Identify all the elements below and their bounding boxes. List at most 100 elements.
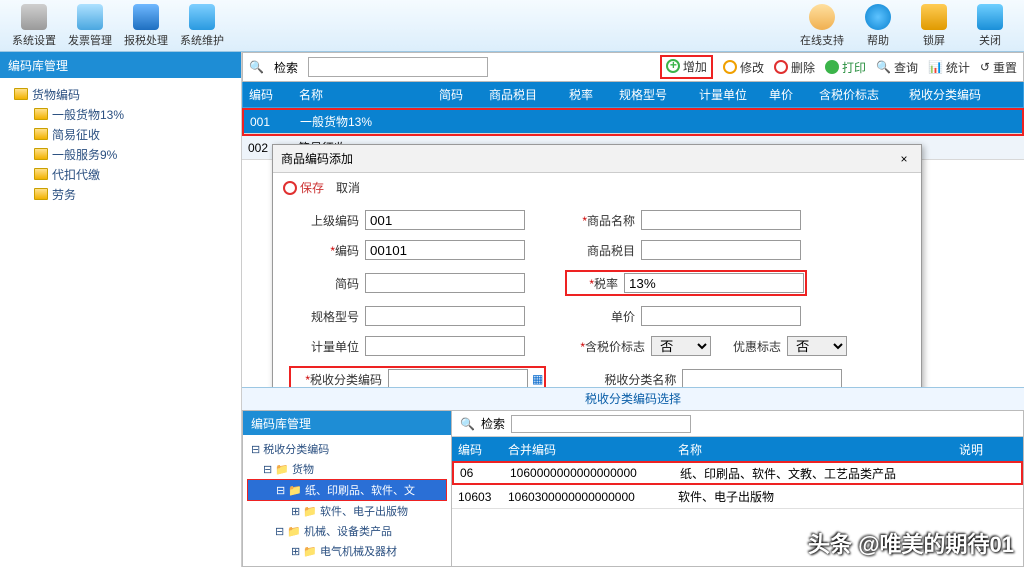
stats-button[interactable]: 📊统计 xyxy=(928,59,970,76)
price-input[interactable] xyxy=(641,306,801,326)
pref-select[interactable]: 否 xyxy=(787,336,847,356)
person-icon xyxy=(809,4,835,30)
tool-system-settings[interactable]: 系统设置 xyxy=(6,2,62,50)
folder-icon xyxy=(14,88,28,100)
print-icon xyxy=(825,60,839,74)
taxname-input[interactable] xyxy=(682,369,842,389)
tree-root[interactable]: ⊟ 税收分类编码 xyxy=(247,439,447,459)
taxflag-select[interactable]: 否 xyxy=(651,336,711,356)
label: 税收分类名称 xyxy=(586,371,676,388)
tree-body: 货物编码 一般货物13% 简易征收 一般服务9% 代扣代缴 劳务 xyxy=(0,78,241,567)
grid-header: 编码 名称 简码 商品税目 税率 规格型号 计量单位 单价 含税价标志 税收分类… xyxy=(242,82,1024,108)
sidebar-title: 编码库管理 xyxy=(0,52,241,78)
search-icon: 🔍 xyxy=(249,60,264,74)
tool-invoice[interactable]: 发票管理 xyxy=(62,2,118,50)
tree-item[interactable]: ⊟ 📁 货物 xyxy=(247,459,447,479)
tree-item[interactable]: 代扣代缴 xyxy=(4,164,237,184)
short-input[interactable] xyxy=(365,273,525,293)
delete-icon xyxy=(774,60,788,74)
folder-icon xyxy=(34,108,48,120)
tool-help[interactable]: 帮助 xyxy=(850,2,906,50)
sidebar: 编码库管理 货物编码 一般货物13% 简易征收 一般服务9% 代扣代缴 劳务 xyxy=(0,52,242,567)
label: 税收分类编码 xyxy=(292,371,382,388)
watermark: 头条 @唯美的期待01 xyxy=(808,527,1014,559)
folder-icon xyxy=(34,188,48,200)
reset-button[interactable]: ↺重置 xyxy=(980,59,1017,76)
label: 税率 xyxy=(568,275,618,292)
tree-item[interactable]: 一般货物13% xyxy=(4,104,237,124)
lower-grid-header: 编码 合并编码 名称 说明 xyxy=(452,437,1023,461)
label: 锁屏 xyxy=(923,32,945,48)
name-input[interactable] xyxy=(641,210,801,230)
label: 优惠标志 xyxy=(721,338,781,355)
panel-title: 编码库管理 xyxy=(243,411,451,435)
lock-icon xyxy=(921,4,947,30)
label: 系统维护 xyxy=(180,32,224,48)
search-input[interactable] xyxy=(308,57,488,77)
tool-maintain[interactable]: 系统维护 xyxy=(174,2,230,50)
tree-root[interactable]: 货物编码 xyxy=(4,84,237,104)
delete-button[interactable]: 删除 xyxy=(774,59,815,76)
lower-search-input[interactable] xyxy=(511,415,691,433)
label: 发票管理 xyxy=(68,32,112,48)
tool-tax[interactable]: 报税处理 xyxy=(118,2,174,50)
help-icon xyxy=(865,4,891,30)
folder-icon xyxy=(34,148,48,160)
tool-lock[interactable]: 锁屏 xyxy=(906,2,962,50)
label: 编码 xyxy=(289,242,359,259)
search-label: 检索 xyxy=(481,415,505,432)
label: 关闭 xyxy=(979,32,1001,48)
tree-item[interactable]: 劳务 xyxy=(4,184,237,204)
lower-title: 税收分类编码选择 xyxy=(242,388,1024,410)
label: 计量单位 xyxy=(289,338,359,355)
edit-icon xyxy=(723,60,737,74)
close-icon[interactable]: × xyxy=(895,152,913,166)
invoice-icon xyxy=(77,4,103,30)
plus-icon xyxy=(666,59,680,73)
folder-icon xyxy=(34,168,48,180)
tree-item[interactable]: 一般服务9% xyxy=(4,144,237,164)
dialog-title: 商品编码添加 xyxy=(281,150,353,167)
tool-support[interactable]: 在线支持 xyxy=(794,2,850,50)
unit-input[interactable] xyxy=(365,336,525,356)
table-row[interactable]: 001 一般货物13% xyxy=(244,110,1022,134)
tree-item[interactable]: ⊞ 📁 电气机械及器材 xyxy=(247,541,447,561)
label: 规格型号 xyxy=(289,308,359,325)
tree-item[interactable]: 简易征收 xyxy=(4,124,237,144)
label: 报税处理 xyxy=(124,32,168,48)
search-label: 检索 xyxy=(274,59,298,76)
table-row[interactable]: 06 1060000000000000000 纸、印刷品、软件、文教、工艺品类产… xyxy=(452,461,1023,485)
save-icon xyxy=(283,181,297,195)
parent-code-input[interactable] xyxy=(365,210,525,230)
product-add-dialog: 商品编码添加 × 保存 取消 上级编码 商品名称 编码 商品税目 xyxy=(272,144,922,419)
tool-close[interactable]: 关闭 xyxy=(962,2,1018,50)
folder-icon xyxy=(34,128,48,140)
label: 商品税目 xyxy=(565,242,635,259)
label: 商品名称 xyxy=(565,212,635,229)
spec-input[interactable] xyxy=(365,306,525,326)
tree-item[interactable]: ⊟ 📁 机械、设备类产品 xyxy=(247,521,447,541)
label: 系统设置 xyxy=(12,32,56,48)
dialog-title-bar: 商品编码添加 × xyxy=(273,145,921,173)
folder-icon xyxy=(189,4,215,30)
edit-button[interactable]: 修改 xyxy=(723,59,764,76)
add-button[interactable]: 增加 xyxy=(666,58,707,75)
label: 简码 xyxy=(289,275,359,292)
taxcode-input[interactable] xyxy=(388,369,528,389)
rate-input[interactable] xyxy=(624,273,804,293)
print-button[interactable]: 打印 xyxy=(825,59,866,76)
cancel-button[interactable]: 取消 xyxy=(336,179,360,196)
tree-item[interactable]: ⊟ 📁 纸、印刷品、软件、文 xyxy=(247,479,447,501)
tree-item[interactable]: ⊞ 📁 软件、电子出版物 xyxy=(247,501,447,521)
item-input[interactable] xyxy=(641,240,801,260)
label: 含税价标志 xyxy=(565,338,645,355)
label: 在线支持 xyxy=(800,32,844,48)
save-button[interactable]: 保存 xyxy=(283,179,324,196)
main-toolbar: 系统设置 发票管理 报税处理 系统维护 在线支持 帮助 锁屏 关闭 xyxy=(0,0,1024,52)
table-row[interactable]: 10603 1060300000000000000 软件、电子出版物 xyxy=(452,485,1023,509)
label: 帮助 xyxy=(867,32,889,48)
query-button[interactable]: 🔍查询 xyxy=(876,59,918,76)
lookup-icon[interactable]: ▦ xyxy=(532,372,543,386)
code-input[interactable] xyxy=(365,240,525,260)
label: 上级编码 xyxy=(289,212,359,229)
